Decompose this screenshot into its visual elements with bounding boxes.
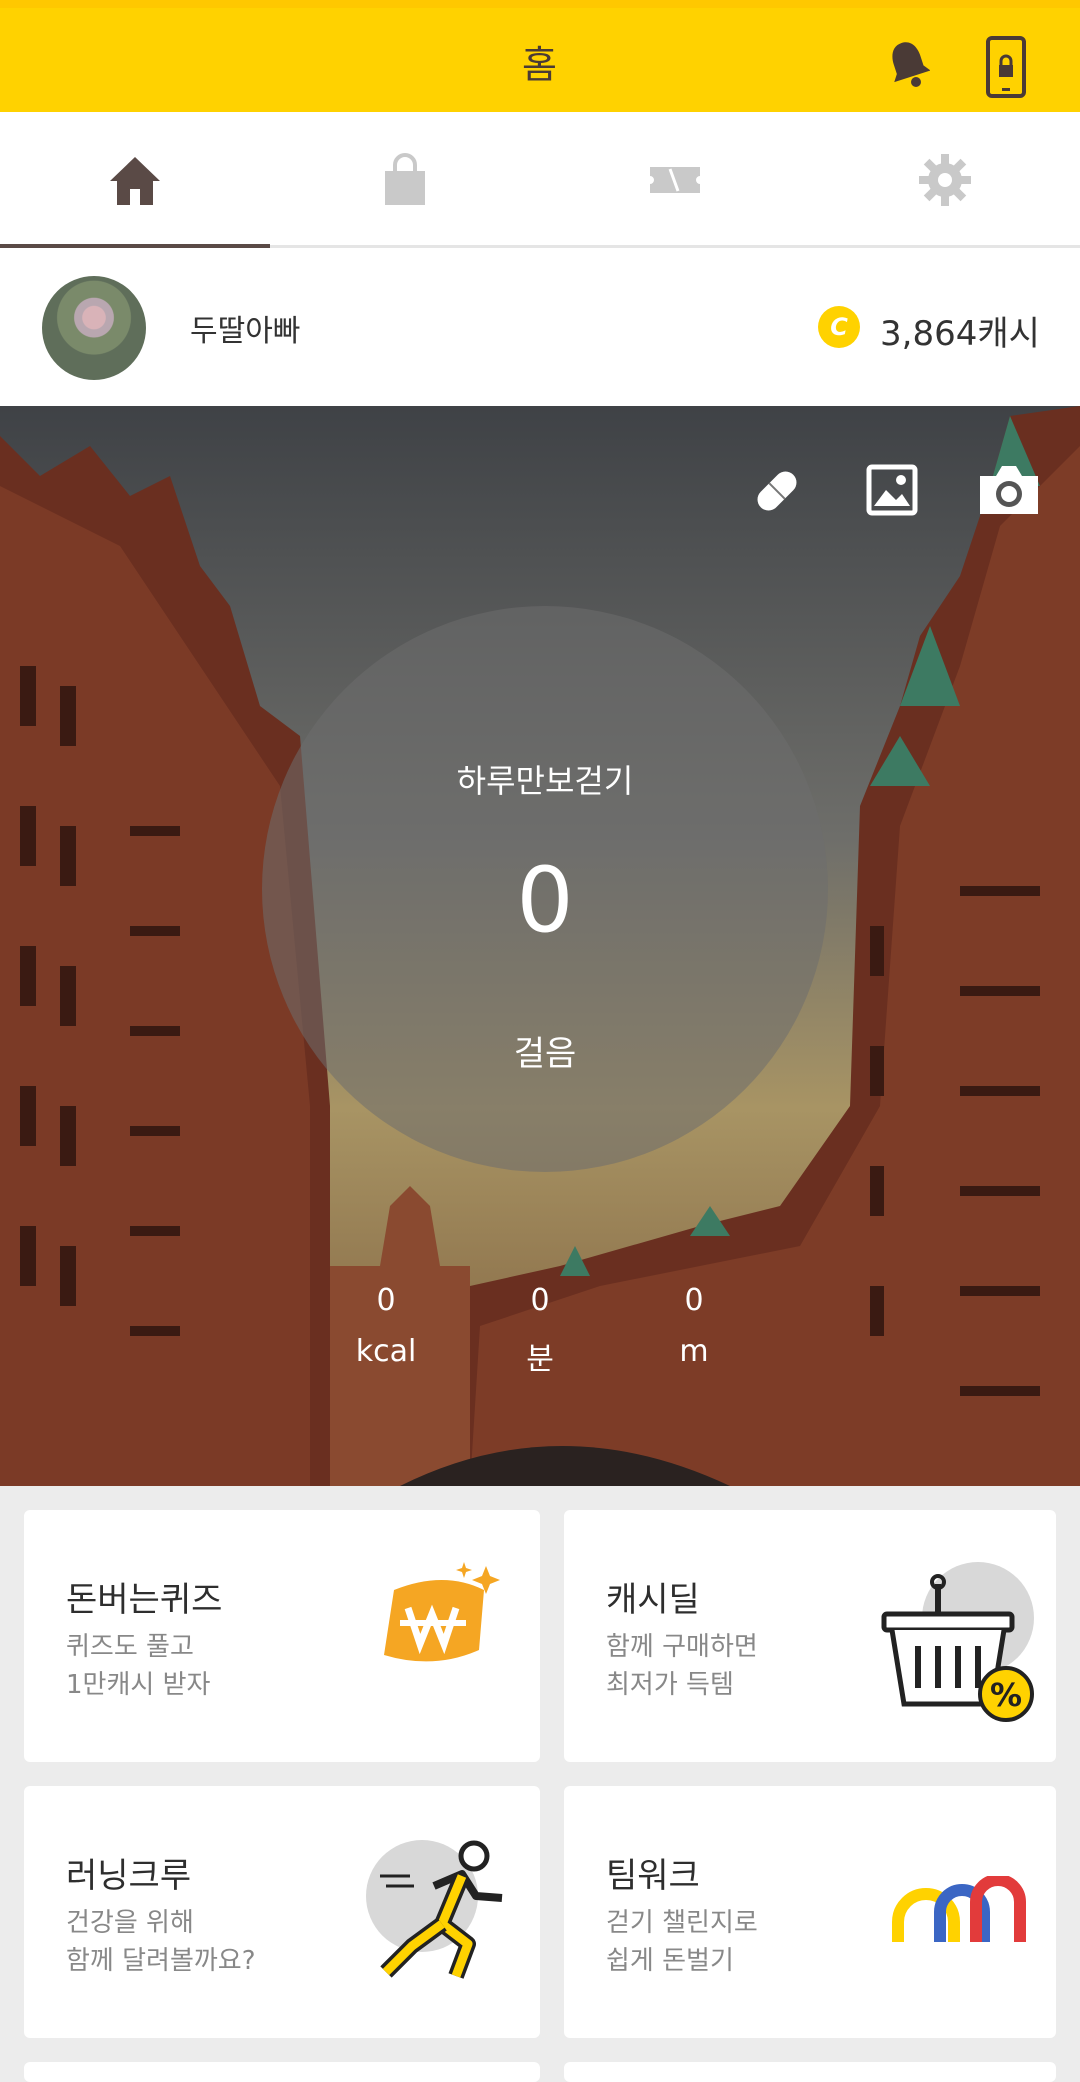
username: 두딸아빠 bbox=[190, 314, 301, 349]
calories-value: 0 bbox=[376, 1283, 396, 1318]
minutes-unit: 분 bbox=[526, 1342, 554, 1377]
card-title: 팀워크 bbox=[606, 1856, 700, 1896]
distance-stat: 0 m bbox=[634, 1283, 754, 1370]
phone-lock-icon[interactable] bbox=[986, 36, 1026, 98]
tab-shop[interactable] bbox=[270, 112, 540, 248]
profile-bar: 두딸아빠 C 3,864캐시 bbox=[0, 248, 1080, 406]
card-subtitle-line1: 퀴즈도 풀고 bbox=[66, 1632, 194, 1662]
card-subtitle-line1: 걷기 챌린지로 bbox=[606, 1908, 758, 1938]
image-icon[interactable] bbox=[866, 464, 918, 516]
tab-ticket[interactable] bbox=[540, 112, 810, 248]
card-subtitle: 함께 구매하면 최저가 득템 bbox=[606, 1628, 758, 1704]
ticket-icon bbox=[650, 167, 700, 193]
calories-unit: kcal bbox=[355, 1334, 417, 1369]
card-subtitle: 건강을 위해 함께 달려볼까요? bbox=[66, 1904, 256, 1980]
card-running-crew[interactable]: 러닝크루 건강을 위해 함께 달려볼까요? bbox=[24, 1786, 540, 2038]
minutes-value: 0 bbox=[530, 1283, 550, 1318]
step-goal-title: 하루만보걷기 bbox=[456, 762, 634, 800]
card-next-row-right[interactable] bbox=[564, 2062, 1056, 2082]
main-tabs bbox=[0, 112, 1080, 251]
card-subtitle-line1: 건강을 위해 bbox=[66, 1908, 194, 1938]
teamwork-arches-icon bbox=[892, 1876, 1026, 1942]
step-count-label: 걸음 bbox=[513, 1034, 577, 1074]
card-subtitle-line2: 최저가 득템 bbox=[606, 1670, 734, 1700]
home-icon bbox=[110, 157, 160, 205]
card-subtitle-line2: 쉽게 돈벌기 bbox=[606, 1946, 734, 1976]
pill-icon[interactable] bbox=[750, 464, 804, 518]
gear-icon bbox=[919, 154, 971, 206]
coin-icon: C bbox=[818, 306, 860, 348]
card-title: 캐시딜 bbox=[606, 1580, 700, 1620]
bell-icon[interactable] bbox=[886, 38, 930, 88]
coin-balance[interactable]: 3,864캐시 bbox=[880, 306, 1040, 355]
card-cash-deal[interactable]: 캐시딜 함께 구매하면 최저가 득템 % bbox=[564, 1510, 1056, 1762]
card-subtitle-line2: 함께 달려볼까요? bbox=[66, 1946, 256, 1976]
avatar[interactable] bbox=[42, 276, 146, 380]
card-subtitle: 퀴즈도 풀고 1만캐시 받자 bbox=[66, 1628, 210, 1704]
card-subtitle-line1: 함께 구매하면 bbox=[606, 1632, 758, 1662]
card-subtitle-line2: 1만캐시 받자 bbox=[66, 1670, 211, 1700]
runner-icon bbox=[366, 1840, 503, 1979]
card-next-row-left[interactable] bbox=[24, 2062, 540, 2082]
card-title: 돈버는퀴즈 bbox=[66, 1580, 223, 1620]
card-subtitle: 걷기 챌린지로 쉽게 돈벌기 bbox=[606, 1904, 758, 1980]
step-count: 0 bbox=[516, 848, 574, 953]
top-bar: 홈 bbox=[0, 0, 1080, 112]
card-money-quiz[interactable]: 돈버는퀴즈 퀴즈도 풀고 1만캐시 받자 bbox=[24, 1510, 540, 1762]
svg-text:%: % bbox=[990, 1676, 1022, 1714]
basket-discount-icon: % bbox=[881, 1562, 1034, 1722]
pedometer-hero: 하루만보걷기 0 걸음 0 kcal 0 분 0 m bbox=[0, 406, 1080, 1486]
camera-icon[interactable] bbox=[976, 462, 1042, 518]
won-coin-icon bbox=[384, 1562, 500, 1662]
calories-stat: 0 kcal bbox=[326, 1283, 446, 1370]
card-teamwork[interactable]: 팀워크 걷기 챌린지로 쉽게 돈벌기 bbox=[564, 1786, 1056, 2038]
distance-unit: m bbox=[679, 1334, 709, 1369]
card-title: 러닝크루 bbox=[66, 1856, 192, 1896]
shopping-bag-icon bbox=[385, 153, 425, 205]
step-counter-circle[interactable]: 하루만보걷기 0 걸음 bbox=[262, 606, 828, 1172]
minutes-stat: 0 분 bbox=[480, 1286, 600, 1378]
tab-home[interactable] bbox=[0, 112, 270, 251]
tab-settings[interactable] bbox=[810, 112, 1080, 248]
distance-value: 0 bbox=[684, 1283, 704, 1318]
